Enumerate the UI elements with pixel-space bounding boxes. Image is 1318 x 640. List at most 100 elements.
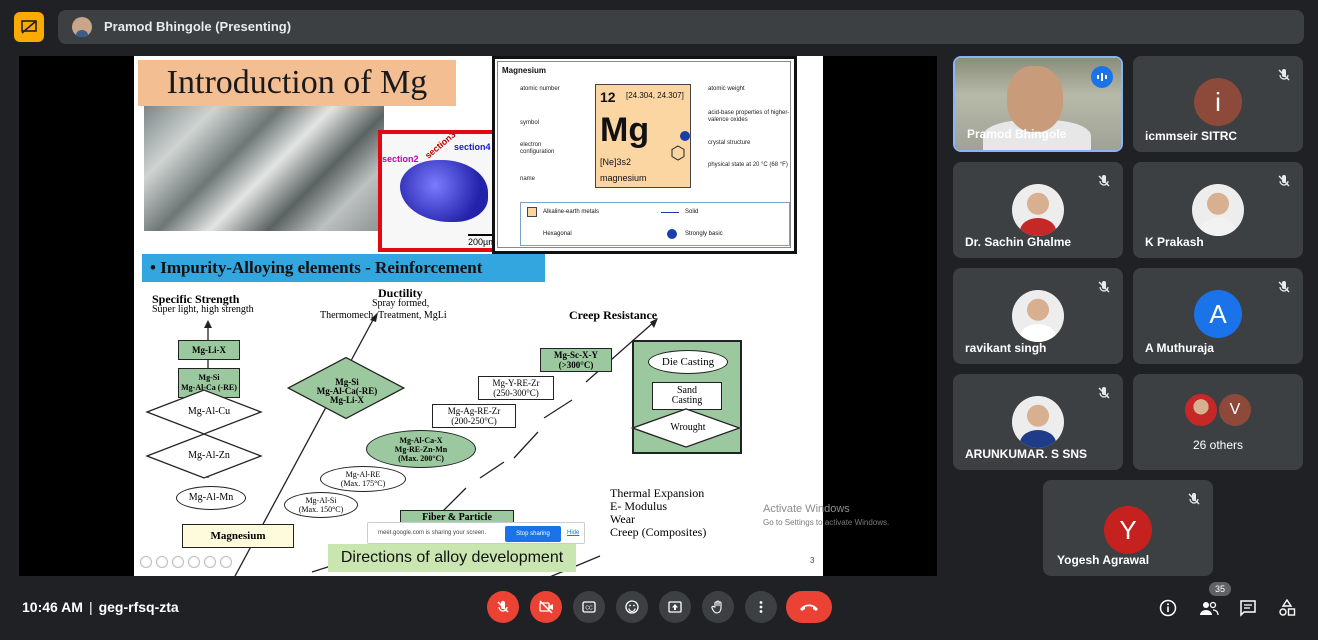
slide-banner: • Impurity-Alloying elements - Reinforce…: [142, 254, 545, 282]
present-button[interactable]: [659, 591, 691, 623]
participant-photo: [1012, 290, 1064, 342]
camera-toggle-button[interactable]: [530, 591, 562, 623]
die-casting-label: Die Casting: [661, 356, 715, 368]
raise-hand-button[interactable]: [702, 591, 734, 623]
mic-off-icon: [1098, 175, 1110, 187]
participant-avatar: i: [1194, 78, 1242, 126]
creep-composites-label: Creep (Composites): [610, 525, 707, 539]
periodic-legend: Alkaline-earth metals Solid Hexagonal St…: [520, 202, 790, 246]
reactions-button[interactable]: [616, 591, 648, 623]
activities-icon: [1279, 599, 1296, 616]
element-name: magnesium: [600, 173, 647, 183]
slide-title: Introduction of Mg: [138, 60, 456, 106]
prev-slide-icon[interactable]: [140, 556, 152, 568]
more-options-button[interactable]: [745, 591, 777, 623]
mg-al-si-label: Mg-Al-Si (Max. 150°C): [298, 496, 344, 514]
participant-name: Pramod Bhingole: [967, 127, 1067, 141]
legend-item: Solid: [685, 209, 699, 215]
mg-al-re-label: Mg-Al-RE (Max. 175°C): [340, 470, 386, 488]
share-text: meet.google.com is sharing your screen.: [378, 530, 487, 536]
meeting-details-button[interactable]: [1157, 597, 1179, 619]
presenting-bar: Pramod Bhingole (Presenting): [14, 10, 1304, 44]
participant-name: Yogesh Agrawal: [1057, 553, 1150, 567]
micro-label: section4: [454, 142, 491, 152]
legend-dot: [667, 229, 677, 239]
more-vert-icon: [759, 601, 763, 613]
activate-windows-sub: Go to Settings to activate Windows.: [763, 518, 890, 527]
participant-tile[interactable]: ravikant singh: [953, 268, 1123, 364]
pen-icon[interactable]: [172, 556, 184, 568]
legend-item: Alkaline-earth metals: [543, 209, 600, 215]
camera-off-icon: [539, 600, 553, 614]
leave-call-button[interactable]: [786, 591, 832, 623]
pt-left-label: symbol: [520, 120, 540, 126]
pt-right-label: crystal structure: [708, 140, 751, 146]
participant-tile[interactable]: Dr. Sachin Ghalme: [953, 162, 1123, 258]
clock: 10:46 AM: [22, 599, 83, 615]
green-ellipse-label: Mg-Al-Ca-X Mg-RE-Zn-Mn (Max. 200°C): [394, 436, 448, 463]
mic-off-icon: [1278, 281, 1290, 293]
participant-name: ARUNKUMAR. S SNS: [965, 447, 1088, 461]
atomic-number: 12: [600, 89, 616, 105]
green-diamond-label: Mg-Si Mg-Al-Ca(-RE) Mg-Li-X: [316, 377, 378, 405]
sand-casting-box: Sand Casting: [652, 382, 722, 410]
captions-icon: CC: [582, 601, 596, 613]
slide-caption: Directions of alloy development: [328, 544, 576, 572]
activities-button[interactable]: [1276, 597, 1298, 619]
magnesium-box: Magnesium: [182, 524, 294, 548]
hide-link[interactable]: Hide: [567, 530, 579, 536]
participant-tile[interactable]: Pramod Bhingole: [953, 56, 1123, 152]
next-slide-icon[interactable]: [156, 556, 168, 568]
mic-off-icon: [1278, 175, 1290, 187]
participant-name: ravikant singh: [965, 341, 1047, 355]
pt-left-label: electron configuration: [520, 142, 555, 155]
slide-nav-controls: [140, 556, 232, 568]
legend-line: [661, 212, 679, 213]
mic-off-icon: [1278, 69, 1290, 81]
participant-tile[interactable]: i icmmseir SITRC: [1133, 56, 1303, 152]
zoom-icon[interactable]: [204, 556, 216, 568]
grid-icon[interactable]: [188, 556, 200, 568]
stop-sharing-button[interactable]: Stop sharing: [505, 526, 561, 542]
people-button[interactable]: [1198, 597, 1220, 619]
participant-name: K Prakash: [1145, 235, 1204, 249]
people-icon: [1200, 601, 1219, 616]
participant-tile[interactable]: Y Yogesh Agrawal: [1043, 480, 1213, 576]
magnesium-photo: [144, 106, 384, 231]
participant-photo: [1012, 396, 1064, 448]
present-screen-icon: [668, 601, 682, 613]
meeting-code[interactable]: geg-rfsq-zta: [99, 599, 179, 615]
presentation-icon[interactable]: [14, 12, 44, 42]
slide-number: 3: [810, 556, 815, 565]
others-count: 26 others: [1192, 438, 1244, 452]
hexagon-icon: [671, 145, 685, 161]
participant-tile[interactable]: K Prakash: [1133, 162, 1303, 258]
participant-photo: [1185, 394, 1217, 426]
participant-count-badge: 35: [1209, 582, 1231, 596]
presenter-avatar: [72, 17, 92, 37]
speaking-indicator-icon: [1091, 66, 1113, 88]
strongly-basic-dot: [680, 131, 690, 141]
captions-button[interactable]: CC: [573, 591, 605, 623]
pt-left-label: atomic number: [520, 86, 560, 92]
creep-resistance-label: Creep Resistance: [569, 308, 658, 322]
screen-share-notice: meet.google.com is sharing your screen. …: [367, 522, 585, 544]
presenter-pill: Pramod Bhingole (Presenting): [58, 10, 1304, 44]
end-call-icon: [800, 604, 818, 611]
mg-al-cu-label: Mg-Al-Cu: [187, 406, 231, 417]
pt-right-label: physical state at 20 °C (68 °F): [708, 162, 788, 168]
participant-tile[interactable]: A A Muthuraja: [1133, 268, 1303, 364]
pt-right-label: atomic weight: [708, 86, 745, 92]
participant-tile[interactable]: ARUNKUMAR. S SNS: [953, 374, 1123, 470]
periodic-header: Magnesium: [502, 66, 547, 75]
mic-toggle-button[interactable]: [487, 591, 519, 623]
ductility-sub-1: Spray formed,: [372, 298, 430, 309]
more-icon[interactable]: [220, 556, 232, 568]
svg-text:CC: CC: [585, 606, 593, 612]
mg-ag-box: Mg-Ag-RE-Zr (200-250°C): [432, 404, 516, 428]
legend-item: Hexagonal: [543, 231, 572, 237]
mg-sc-box: Mg-Sc-X-Y (>300°C): [540, 348, 612, 372]
others-tile[interactable]: V 26 others: [1133, 374, 1303, 470]
chat-button[interactable]: [1237, 597, 1259, 619]
legend-item: Strongly basic: [685, 231, 723, 237]
